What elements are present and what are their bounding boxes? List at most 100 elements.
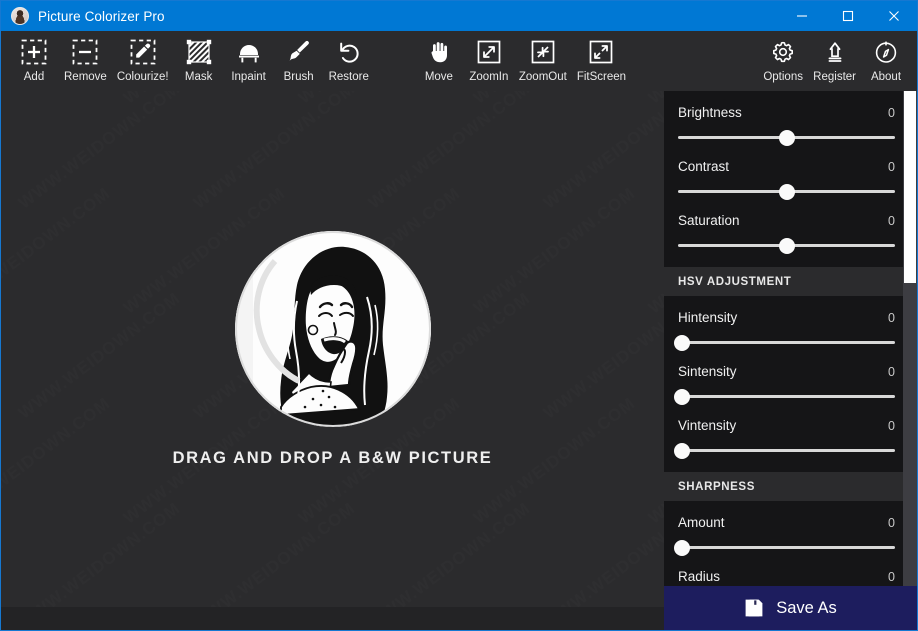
- tool-options[interactable]: Options: [758, 36, 808, 83]
- inpaint-stamp-icon: [235, 36, 263, 68]
- tool-label: Move: [424, 71, 453, 83]
- section-header: SHARPNESS: [664, 472, 917, 501]
- slider-header: Sintensity 0: [678, 364, 903, 379]
- tool-label: Register: [813, 71, 856, 83]
- slider-label: Brightness: [678, 105, 742, 120]
- slider-label: Hintensity: [678, 310, 738, 325]
- tool-label: Inpaint: [231, 71, 266, 83]
- window-title: Picture Colorizer Pro: [38, 8, 165, 24]
- slider-value: 0: [888, 419, 895, 433]
- slider-value: 0: [888, 311, 895, 325]
- slider-value: 0: [888, 365, 895, 379]
- tool-register[interactable]: Register: [808, 36, 861, 83]
- tool-label: Remove: [64, 71, 107, 83]
- tool-label: ZoomOut: [518, 71, 567, 83]
- toolbar-right-group: Options Register About: [758, 36, 917, 83]
- save-as-label: Save As: [776, 598, 837, 617]
- adjustment-group: Hintensity 0 Sintensity 0 Vintensity 0: [664, 296, 917, 472]
- tool-remove[interactable]: Remove: [59, 36, 112, 83]
- application-window: Picture Colorizer Pro Add Remove Colouri…: [0, 0, 918, 631]
- slider-track-area[interactable]: [674, 540, 895, 556]
- slider-header: Brightness 0: [678, 105, 903, 120]
- slider-thumb[interactable]: [674, 540, 691, 556]
- slider-thumb[interactable]: [674, 443, 691, 459]
- tool-move[interactable]: Move: [414, 36, 464, 83]
- slider-header: Contrast 0: [678, 159, 903, 174]
- tool-mask[interactable]: Mask: [174, 36, 224, 83]
- slider-header: Hintensity 0: [678, 310, 903, 325]
- panel-scrollbar-thumb[interactable]: [904, 91, 916, 283]
- slider-track-area[interactable]: [674, 443, 895, 459]
- tool-zoomin[interactable]: ZoomIn: [464, 36, 514, 83]
- slider-track[interactable]: [678, 395, 895, 398]
- bw-portrait-placeholder-image: [234, 230, 431, 427]
- slider-label: Amount: [678, 515, 725, 530]
- slider-row-contrast[interactable]: Contrast 0: [664, 149, 917, 203]
- slider-track[interactable]: [678, 341, 895, 344]
- slider-thumb[interactable]: [778, 238, 795, 254]
- minimize-icon[interactable]: [779, 1, 825, 31]
- compass-icon: [872, 36, 900, 68]
- zoom-in-icon: [475, 36, 503, 68]
- title-bar-left: Picture Colorizer Pro: [1, 7, 779, 25]
- tool-fitscreen[interactable]: FitScreen: [572, 36, 631, 83]
- slider-row-hintensity[interactable]: Hintensity 0: [664, 300, 917, 354]
- hand-icon: [425, 36, 453, 68]
- slider-track-area[interactable]: [678, 238, 895, 254]
- remove-minus-marquee-icon: [71, 36, 99, 68]
- slider-header: Radius 0: [678, 569, 903, 584]
- slider-value: 0: [888, 570, 895, 584]
- slider-thumb[interactable]: [674, 389, 691, 405]
- slider-label: Radius: [678, 569, 721, 584]
- tool-brush[interactable]: Brush: [274, 36, 324, 83]
- slider-track-area[interactable]: [678, 130, 895, 146]
- slider-thumb[interactable]: [778, 130, 795, 146]
- slider-track[interactable]: [678, 449, 895, 452]
- title-bar: Picture Colorizer Pro: [1, 1, 917, 31]
- slider-thumb[interactable]: [778, 184, 795, 200]
- adjustment-group: Amount 0 Radius 0: [664, 501, 917, 586]
- main-toolbar: Add Remove Colourize! Mask Inpaint Brush…: [1, 31, 917, 91]
- slider-value: 0: [888, 516, 895, 530]
- tool-inpaint[interactable]: Inpaint: [224, 36, 274, 83]
- section-header: HSV ADJUSTMENT: [664, 267, 917, 296]
- slider-row-saturation[interactable]: Saturation 0: [664, 203, 917, 257]
- add-plus-marquee-icon: [20, 36, 48, 68]
- tool-label: Colourize!: [116, 71, 169, 83]
- slider-track-area[interactable]: [674, 389, 895, 405]
- slider-row-vintensity[interactable]: Vintensity 0: [664, 408, 917, 462]
- drop-zone[interactable]: DRAG AND DROP A B&W PICTURE: [1, 91, 664, 607]
- tool-add[interactable]: Add: [9, 36, 59, 83]
- save-as-button[interactable]: Save As: [664, 586, 917, 630]
- register-upload-icon: [821, 36, 849, 68]
- tool-colourize[interactable]: Colourize!: [112, 36, 174, 83]
- slider-track-area[interactable]: [678, 184, 895, 200]
- maximize-icon[interactable]: [825, 1, 871, 31]
- mask-hatch-icon: [185, 36, 213, 68]
- slider-label: Sintensity: [678, 364, 737, 379]
- undo-arrow-icon: [335, 36, 363, 68]
- fit-screen-icon: [587, 36, 615, 68]
- slider-row-brightness[interactable]: Brightness 0: [664, 95, 917, 149]
- slider-header: Amount 0: [678, 515, 903, 530]
- slider-value: 0: [888, 214, 895, 228]
- tool-about[interactable]: About: [861, 36, 911, 83]
- window-controls: [779, 1, 917, 31]
- tool-label: Add: [23, 71, 45, 83]
- slider-row-amount[interactable]: Amount 0: [664, 505, 917, 559]
- slider-track-area[interactable]: [674, 335, 895, 351]
- slider-thumb[interactable]: [674, 335, 691, 351]
- tool-label: ZoomIn: [469, 71, 509, 83]
- status-bar: [1, 607, 664, 630]
- slider-track[interactable]: [678, 546, 895, 549]
- close-icon[interactable]: [871, 1, 917, 31]
- adjustment-group: Brightness 0 Contrast 0 Saturation 0: [664, 91, 917, 267]
- panel-scrollbar-track[interactable]: [903, 91, 917, 586]
- slider-row-radius[interactable]: Radius 0: [664, 559, 917, 586]
- slider-label: Saturation: [678, 213, 740, 228]
- adjustments-scroll-area[interactable]: Brightness 0 Contrast 0 Saturation 0 HSV ADJUS…: [664, 91, 917, 586]
- tool-restore[interactable]: Restore: [324, 36, 374, 83]
- tool-zoomout[interactable]: ZoomOut: [514, 36, 572, 83]
- image-canvas[interactable]: WWW.WEIDOWN.COMWWW.WEIDOWN.COMWWW.WEIDOW…: [1, 91, 664, 607]
- slider-row-sintensity[interactable]: Sintensity 0: [664, 354, 917, 408]
